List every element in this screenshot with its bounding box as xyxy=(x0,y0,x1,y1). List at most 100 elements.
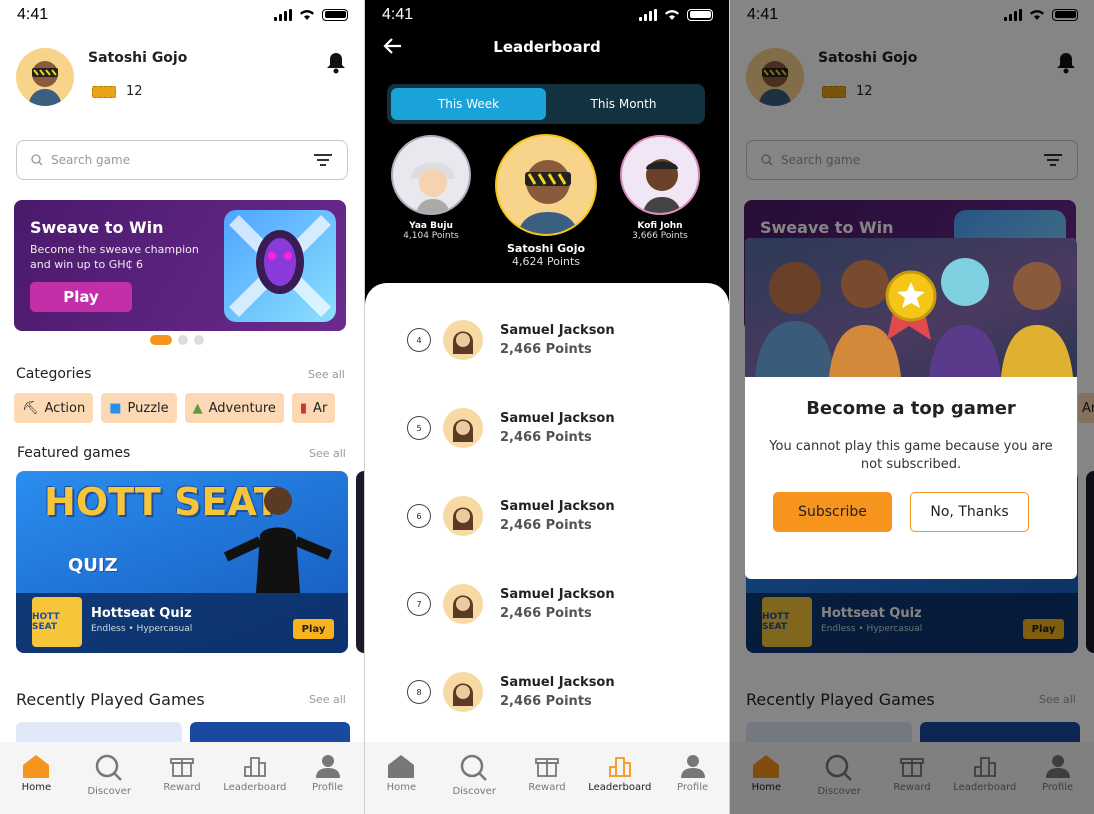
period-toggle: This Week This Month xyxy=(387,84,705,124)
gift-icon xyxy=(170,758,194,777)
featured-title: Featured games xyxy=(17,445,131,461)
promo-banner[interactable]: Sweave to Win Become the sweave champion… xyxy=(14,200,346,331)
user-name: Satoshi Gojo xyxy=(88,50,188,66)
podium-first[interactable]: Satoshi Gojo 4,624 Points xyxy=(495,134,597,268)
wifi-icon xyxy=(665,10,679,20)
featured-card[interactable]: HOTT SEAT QUIZ HOTT SEAT Hottseat Quiz E… xyxy=(16,471,348,653)
nav-profile[interactable]: Profile xyxy=(293,754,363,793)
categories-see-all[interactable]: See all xyxy=(308,368,345,381)
status-time: 4:41 xyxy=(17,6,49,23)
arcade-icon: ▮ xyxy=(299,400,308,416)
status-bar: 4:41 xyxy=(0,0,364,30)
leaderboard-icon xyxy=(608,757,631,777)
host-figure xyxy=(223,487,332,593)
signal-icon xyxy=(639,8,657,21)
search-input[interactable]: Search game xyxy=(51,153,130,167)
modal-title: Become a top gamer xyxy=(806,398,1016,419)
list-item[interactable]: 4 Samuel Jackson 2,466 Points xyxy=(407,318,615,362)
player-points: 2,466 Points xyxy=(500,430,592,445)
list-item[interactable]: 8 Samuel Jackson 2,466 Points xyxy=(407,670,615,714)
nav-leaderboard[interactable]: Leaderboard xyxy=(220,754,290,793)
home-modal-screen: 4:41 Satoshi Gojo 12 Search game Sweave … xyxy=(730,0,1094,814)
recent-see-all[interactable]: See all xyxy=(309,693,346,706)
banner-title: Sweave to Win xyxy=(30,218,164,237)
search-icon xyxy=(31,154,43,166)
avatar xyxy=(443,496,483,536)
rank-badge: 5 xyxy=(407,416,431,440)
signal-icon xyxy=(274,8,292,21)
recent-title: Recently Played Games xyxy=(16,690,205,709)
list-item[interactable]: 7 Samuel Jackson 2,466 Points xyxy=(407,582,615,626)
bottom-nav: Home Discover Reward Leaderboard Profile xyxy=(0,742,364,814)
nav-reward[interactable]: Reward xyxy=(147,754,217,793)
carousel-dots[interactable] xyxy=(150,335,204,345)
banner-play-button[interactable]: Play xyxy=(30,282,132,312)
nav-home[interactable]: Home xyxy=(366,754,436,793)
chip-adventure[interactable]: ▲ Adventure xyxy=(184,393,284,423)
nav-discover[interactable]: Discover xyxy=(439,754,509,797)
token-balance: 12 xyxy=(92,84,143,99)
wifi-icon xyxy=(300,10,314,20)
featured-card-next[interactable] xyxy=(356,471,364,653)
podium-avatar xyxy=(495,134,597,236)
categories-title: Categories xyxy=(16,366,92,382)
podium-name: Yaa Buju xyxy=(409,221,453,231)
featured-play-button[interactable]: Play xyxy=(293,619,334,639)
player-points: 2,466 Points xyxy=(500,518,592,533)
filter-icon[interactable] xyxy=(313,153,333,167)
nav-home[interactable]: Home xyxy=(1,754,71,793)
featured-game-genre: Endless • Hypercasual xyxy=(91,624,193,634)
user-avatar[interactable] xyxy=(16,48,74,106)
chip-arcade[interactable]: ▮ Ar xyxy=(291,393,336,423)
page-title: Leaderboard xyxy=(493,38,601,56)
discover-icon xyxy=(460,754,488,781)
bell-icon[interactable] xyxy=(326,52,346,74)
list-item[interactable]: 5 Samuel Jackson 2,466 Points xyxy=(407,406,615,450)
tab-this-month[interactable]: This Month xyxy=(546,88,701,120)
status-time: 4:41 xyxy=(382,6,414,23)
nav-discover[interactable]: Discover xyxy=(74,754,144,797)
home-icon xyxy=(23,755,50,778)
nav-reward[interactable]: Reward xyxy=(512,754,582,793)
bottom-nav: Home Discover Reward Leaderboard Profile xyxy=(365,742,729,814)
modal-description: You cannot play this game because you ar… xyxy=(769,439,1053,472)
battery-icon xyxy=(687,8,713,21)
nav-leaderboard[interactable]: Leaderboard xyxy=(585,754,655,793)
leaderboard-header: Leaderboard xyxy=(365,30,729,64)
player-name: Samuel Jackson xyxy=(500,499,615,514)
list-item[interactable]: 6 Samuel Jackson 2,466 Points xyxy=(407,494,615,538)
leaderboard-icon xyxy=(243,757,266,777)
featured-thumb: HOTT SEAT xyxy=(32,597,82,647)
subscribe-modal: Become a top gamer You cannot play this … xyxy=(745,238,1077,579)
avatar xyxy=(443,672,483,712)
modal-hero-image xyxy=(745,238,1077,377)
search-bar[interactable]: Search game xyxy=(16,140,348,180)
tab-this-week[interactable]: This Week xyxy=(391,88,546,120)
home-icon xyxy=(388,755,415,778)
chip-puzzle[interactable]: ■ Puzzle xyxy=(101,393,177,423)
chip-action[interactable]: ⛏ Action xyxy=(14,393,94,423)
category-chips: ⛏ Action ■ Puzzle ▲ Adventure ▮ Ar xyxy=(14,393,336,423)
profile-icon xyxy=(315,755,340,778)
leaderboard-list: 4 Samuel Jackson 2,466 Points 5 Samuel Ja… xyxy=(365,283,729,742)
banner-art xyxy=(224,210,336,322)
gift-icon xyxy=(535,758,559,777)
no-thanks-button[interactable]: No, Thanks xyxy=(910,492,1029,532)
puzzle-icon: ■ xyxy=(109,400,122,416)
player-name: Samuel Jackson xyxy=(500,675,615,690)
battery-icon xyxy=(322,8,348,21)
featured-see-all[interactable]: See all xyxy=(309,447,346,460)
subscribe-button[interactable]: Subscribe xyxy=(773,492,892,532)
podium-second[interactable]: Yaa Buju 4,104 Points xyxy=(391,135,471,241)
featured-game-name: Hottseat Quiz xyxy=(91,606,192,621)
player-points: 2,466 Points xyxy=(500,694,592,709)
podium-name: Satoshi Gojo xyxy=(506,242,586,255)
action-icon: ⛏ xyxy=(22,400,39,416)
player-name: Samuel Jackson xyxy=(500,587,615,602)
avatar xyxy=(443,408,483,448)
nav-profile[interactable]: Profile xyxy=(658,754,728,793)
token-count: 12 xyxy=(126,84,143,99)
podium-points: 4,624 Points xyxy=(511,255,581,268)
podium-third[interactable]: Kofi John 3,666 Points xyxy=(620,135,700,241)
podium-avatar xyxy=(391,135,471,215)
